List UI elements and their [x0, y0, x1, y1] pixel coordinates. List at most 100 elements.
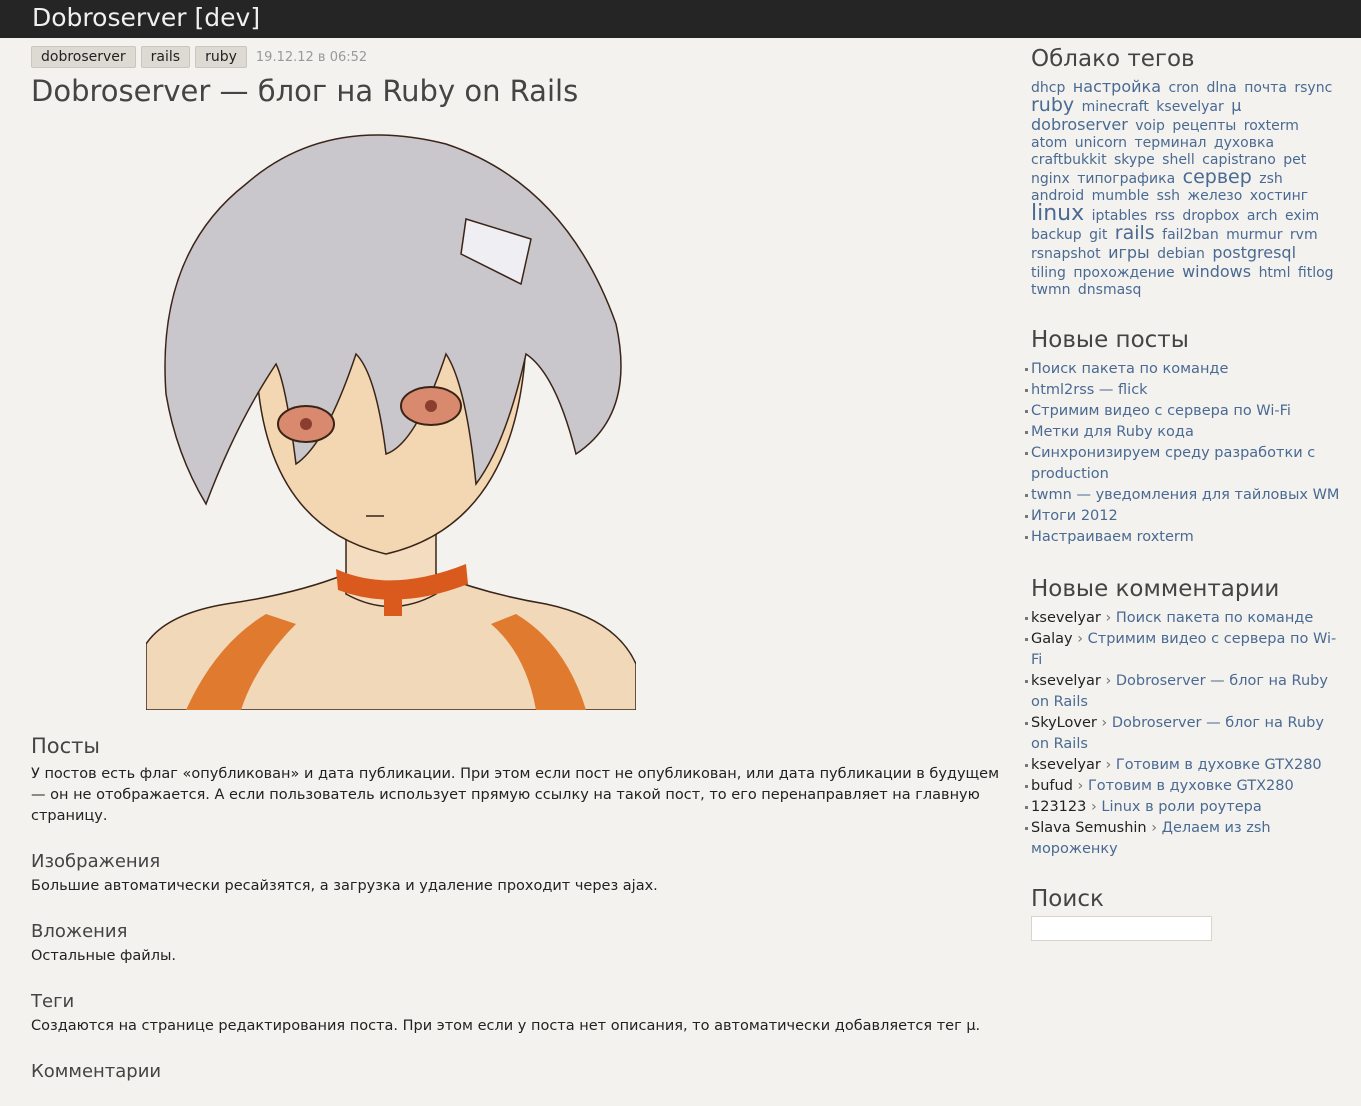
post-meta: dobroserver rails ruby 19.12.12 в 06:52	[31, 46, 1001, 68]
tag-cloud-item[interactable]: рецепты	[1172, 118, 1236, 134]
comment-separator: ›	[1072, 631, 1088, 647]
tag-cloud-item[interactable]: windows	[1182, 262, 1251, 281]
new-post-link[interactable]: Метки для Ruby кода	[1031, 424, 1194, 440]
tag-cloud-item[interactable]: atom	[1031, 135, 1067, 151]
tag-cloud-item[interactable]: postgresql	[1212, 243, 1296, 262]
tag-cloud-item[interactable]: духовка	[1214, 135, 1274, 151]
new-comments-list: ksevelyar › Поиск пакета по команде Galay…	[1025, 608, 1341, 860]
comment-author: ksevelyar	[1031, 757, 1101, 773]
tag-cloud-item[interactable]: roxterm	[1244, 118, 1299, 134]
tag-cloud-item[interactable]: tiling	[1031, 265, 1066, 281]
new-post-link[interactable]: Настраиваем roxterm	[1031, 529, 1194, 545]
tag-cloud-item[interactable]: хостинг	[1250, 188, 1308, 204]
tag-cloud-item[interactable]: ssh	[1157, 188, 1180, 204]
comment-post-link[interactable]: Готовим в духовке GTX280	[1088, 778, 1294, 794]
tag-cloud-item[interactable]: rsync	[1294, 80, 1332, 96]
post-tag[interactable]: ruby	[195, 46, 247, 68]
tag-cloud-item[interactable]: почта	[1244, 80, 1287, 96]
tag-cloud-item[interactable]: fail2ban	[1162, 227, 1219, 243]
tag-cloud-item[interactable]: rvm	[1290, 227, 1318, 243]
comment-item: Slava Semushin › Делаем из zsh мороженку	[1025, 818, 1341, 860]
tag-cloud-item[interactable]: nginx	[1031, 171, 1070, 187]
new-comments-title: Новые комментарии	[1031, 576, 1280, 602]
section-heading: Посты	[31, 734, 100, 758]
section-tags: Теги Создаются на странице редактировани…	[31, 991, 1001, 1037]
tag-cloud-item[interactable]: minecraft	[1082, 99, 1149, 115]
comment-separator: ›	[1100, 610, 1116, 626]
main-content: dobroserver rails ruby 19.12.12 в 06:52 …	[31, 46, 1001, 1082]
tag-cloud-item[interactable]: ruby	[1031, 94, 1074, 116]
search-title: Поиск	[1031, 886, 1104, 912]
tag-cloud-item[interactable]: unicorn	[1075, 135, 1127, 151]
tag-cloud-item[interactable]: игры	[1108, 243, 1150, 262]
tag-cloud-title: Облако тегов	[1031, 46, 1195, 72]
new-post-item: Синхронизируем среду разработки с produc…	[1025, 443, 1341, 485]
post-tag[interactable]: dobroserver	[31, 46, 136, 68]
tag-cloud-item[interactable]: rss	[1155, 208, 1175, 224]
new-post-item: Настраиваем roxterm	[1025, 527, 1341, 548]
tag-cloud-item[interactable]: сервер	[1183, 166, 1252, 188]
comment-item: 123123 › Linux в роли роутера	[1025, 797, 1341, 818]
tag-cloud-item[interactable]: μ	[1231, 96, 1241, 115]
tag-cloud-item[interactable]: git	[1089, 227, 1107, 243]
new-post-item: Поиск пакета по команде	[1025, 359, 1341, 380]
tag-cloud-item[interactable]: dropbox	[1182, 208, 1239, 224]
section-heading: Вложения	[31, 921, 128, 942]
comment-item: ksevelyar › Поиск пакета по команде	[1025, 608, 1341, 629]
tag-cloud-item[interactable]: murmur	[1226, 227, 1282, 243]
collar-tab	[384, 586, 402, 616]
hair	[164, 134, 622, 506]
comment-author: Galay	[1031, 631, 1073, 647]
search-input[interactable]	[1031, 916, 1212, 941]
new-post-link[interactable]: Поиск пакета по команде	[1031, 361, 1228, 377]
comment-separator: ›	[1096, 715, 1112, 731]
tag-cloud-item[interactable]: arch	[1247, 208, 1278, 224]
tag-cloud-item[interactable]: backup	[1031, 227, 1082, 243]
tag-cloud-item[interactable]: twmn	[1031, 282, 1070, 298]
new-post-link[interactable]: html2rss — flick	[1031, 382, 1148, 398]
tag-cloud-item[interactable]: прохождение	[1073, 265, 1174, 281]
tag-cloud-item[interactable]: cron	[1168, 80, 1199, 96]
tag-cloud-item[interactable]: exim	[1285, 208, 1319, 224]
tag-cloud-item[interactable]: linux	[1031, 201, 1084, 226]
tag-cloud-item[interactable]: rsnapshot	[1031, 246, 1101, 262]
tag-cloud-item[interactable]: dlna	[1207, 80, 1237, 96]
tag-cloud-item[interactable]: voip	[1135, 118, 1165, 134]
tag-cloud-item[interactable]: debian	[1157, 246, 1205, 262]
new-posts-title: Новые посты	[1031, 327, 1189, 353]
post-date: 19.12.12 в 06:52	[255, 49, 368, 65]
comment-item: Galay › Стримим видео с сервера по Wi-Fi	[1025, 629, 1341, 671]
post-tag[interactable]: rails	[140, 46, 191, 68]
new-post-link[interactable]: Итоги 2012	[1031, 508, 1118, 524]
tag-cloud-item[interactable]: html	[1259, 265, 1291, 281]
section-comments: Комментарии	[31, 1061, 1001, 1082]
tag-cloud-item[interactable]: rails	[1115, 222, 1155, 244]
tag-cloud-item[interactable]: dobroserver	[1031, 115, 1128, 134]
tag-cloud-item[interactable]: dnsmasq	[1078, 282, 1141, 298]
comment-separator: ›	[1086, 799, 1102, 815]
comment-post-link[interactable]: Linux в роли роутера	[1101, 799, 1261, 815]
comment-separator: ›	[1100, 673, 1116, 689]
site-title-link[interactable]: Dobroserver [dev]	[32, 3, 260, 32]
tag-cloud-item[interactable]: zsh	[1259, 171, 1283, 187]
tag-cloud-item[interactable]: настройка	[1073, 77, 1161, 96]
tag-cloud-item[interactable]: craftbukkit	[1031, 152, 1107, 168]
comment-author: bufud	[1031, 778, 1073, 794]
comment-post-link[interactable]: Поиск пакета по команде	[1116, 610, 1313, 626]
tag-cloud-item[interactable]: терминал	[1134, 135, 1206, 151]
comment-post-link[interactable]: Готовим в духовке GTX280	[1116, 757, 1322, 773]
sidebar: Облако тегов dhcp настройка cron dlna по…	[1025, 46, 1341, 941]
tag-cloud-item[interactable]: skype	[1114, 152, 1155, 168]
tag-cloud-item[interactable]: pet	[1283, 152, 1306, 168]
tag-cloud-item[interactable]: fitlog	[1298, 265, 1334, 281]
tag-cloud-item[interactable]: железо	[1188, 188, 1243, 204]
tag-cloud-item[interactable]: mumble	[1092, 188, 1150, 204]
section-text: Создаются на странице редактирования пос…	[31, 1018, 981, 1034]
tag-cloud-item[interactable]: типографика	[1077, 171, 1175, 187]
new-post-link[interactable]: Стримим видео с сервера по Wi-Fi	[1031, 403, 1291, 419]
new-post-link[interactable]: Синхронизируем среду разработки с produc…	[1031, 445, 1315, 482]
new-post-item: Итоги 2012	[1025, 506, 1341, 527]
section-posts: Посты У постов есть флаг «опубликован» и…	[31, 734, 1001, 827]
new-post-link[interactable]: twmn — уведомления для тайловых WM	[1031, 487, 1339, 503]
tag-cloud-item[interactable]: ksevelyar	[1156, 99, 1223, 115]
